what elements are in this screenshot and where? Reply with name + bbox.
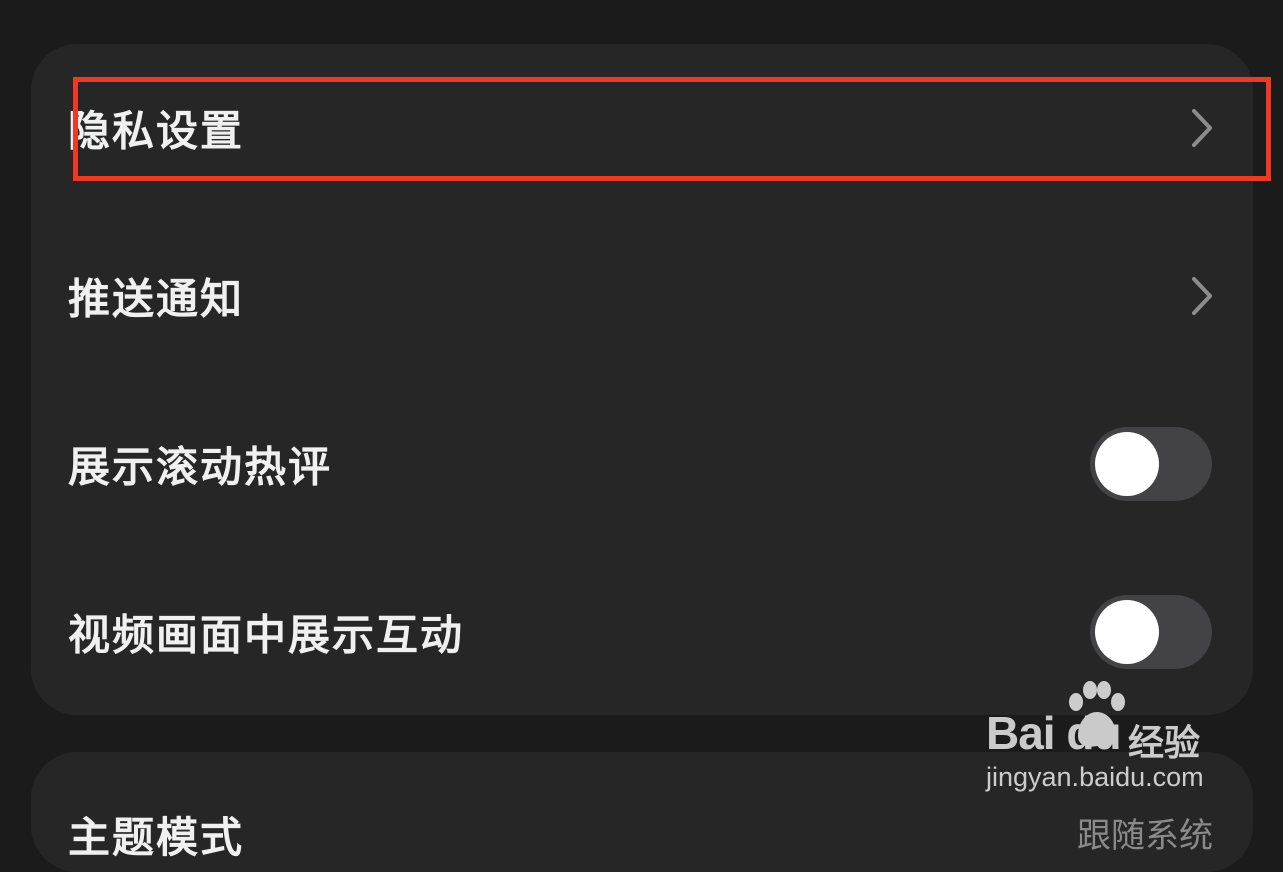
- scrolling-hot-comments-toggle[interactable]: [1090, 427, 1212, 501]
- row-theme-mode[interactable]: 主题模式 跟随系统: [31, 752, 1253, 872]
- row-label: 主题模式: [68, 813, 245, 862]
- settings-card-next: 主题模式 跟随系统: [31, 752, 1253, 872]
- row-label: 视频画面中展示互动: [68, 610, 465, 660]
- video-interaction-toggle[interactable]: [1090, 595, 1212, 669]
- toggle-knob: [1095, 600, 1159, 664]
- row-label: 推送通知: [68, 274, 245, 324]
- row-label: 隐私设置: [68, 106, 245, 156]
- toggle-knob: [1095, 432, 1159, 496]
- row-push-notifications[interactable]: 推送通知: [31, 212, 1253, 380]
- chevron-right-icon: [1192, 277, 1212, 315]
- settings-card: 隐私设置 推送通知 展示滚动热评 视频画面中展示互动: [31, 44, 1253, 715]
- row-video-interaction: 视频画面中展示互动: [31, 548, 1253, 716]
- row-value: 跟随系统: [1077, 816, 1213, 856]
- row-label: 展示滚动热评: [68, 442, 333, 492]
- row-scrolling-hot-comments: 展示滚动热评: [31, 380, 1253, 548]
- chevron-right-icon: [1192, 109, 1212, 147]
- row-privacy-settings[interactable]: 隐私设置: [31, 44, 1253, 212]
